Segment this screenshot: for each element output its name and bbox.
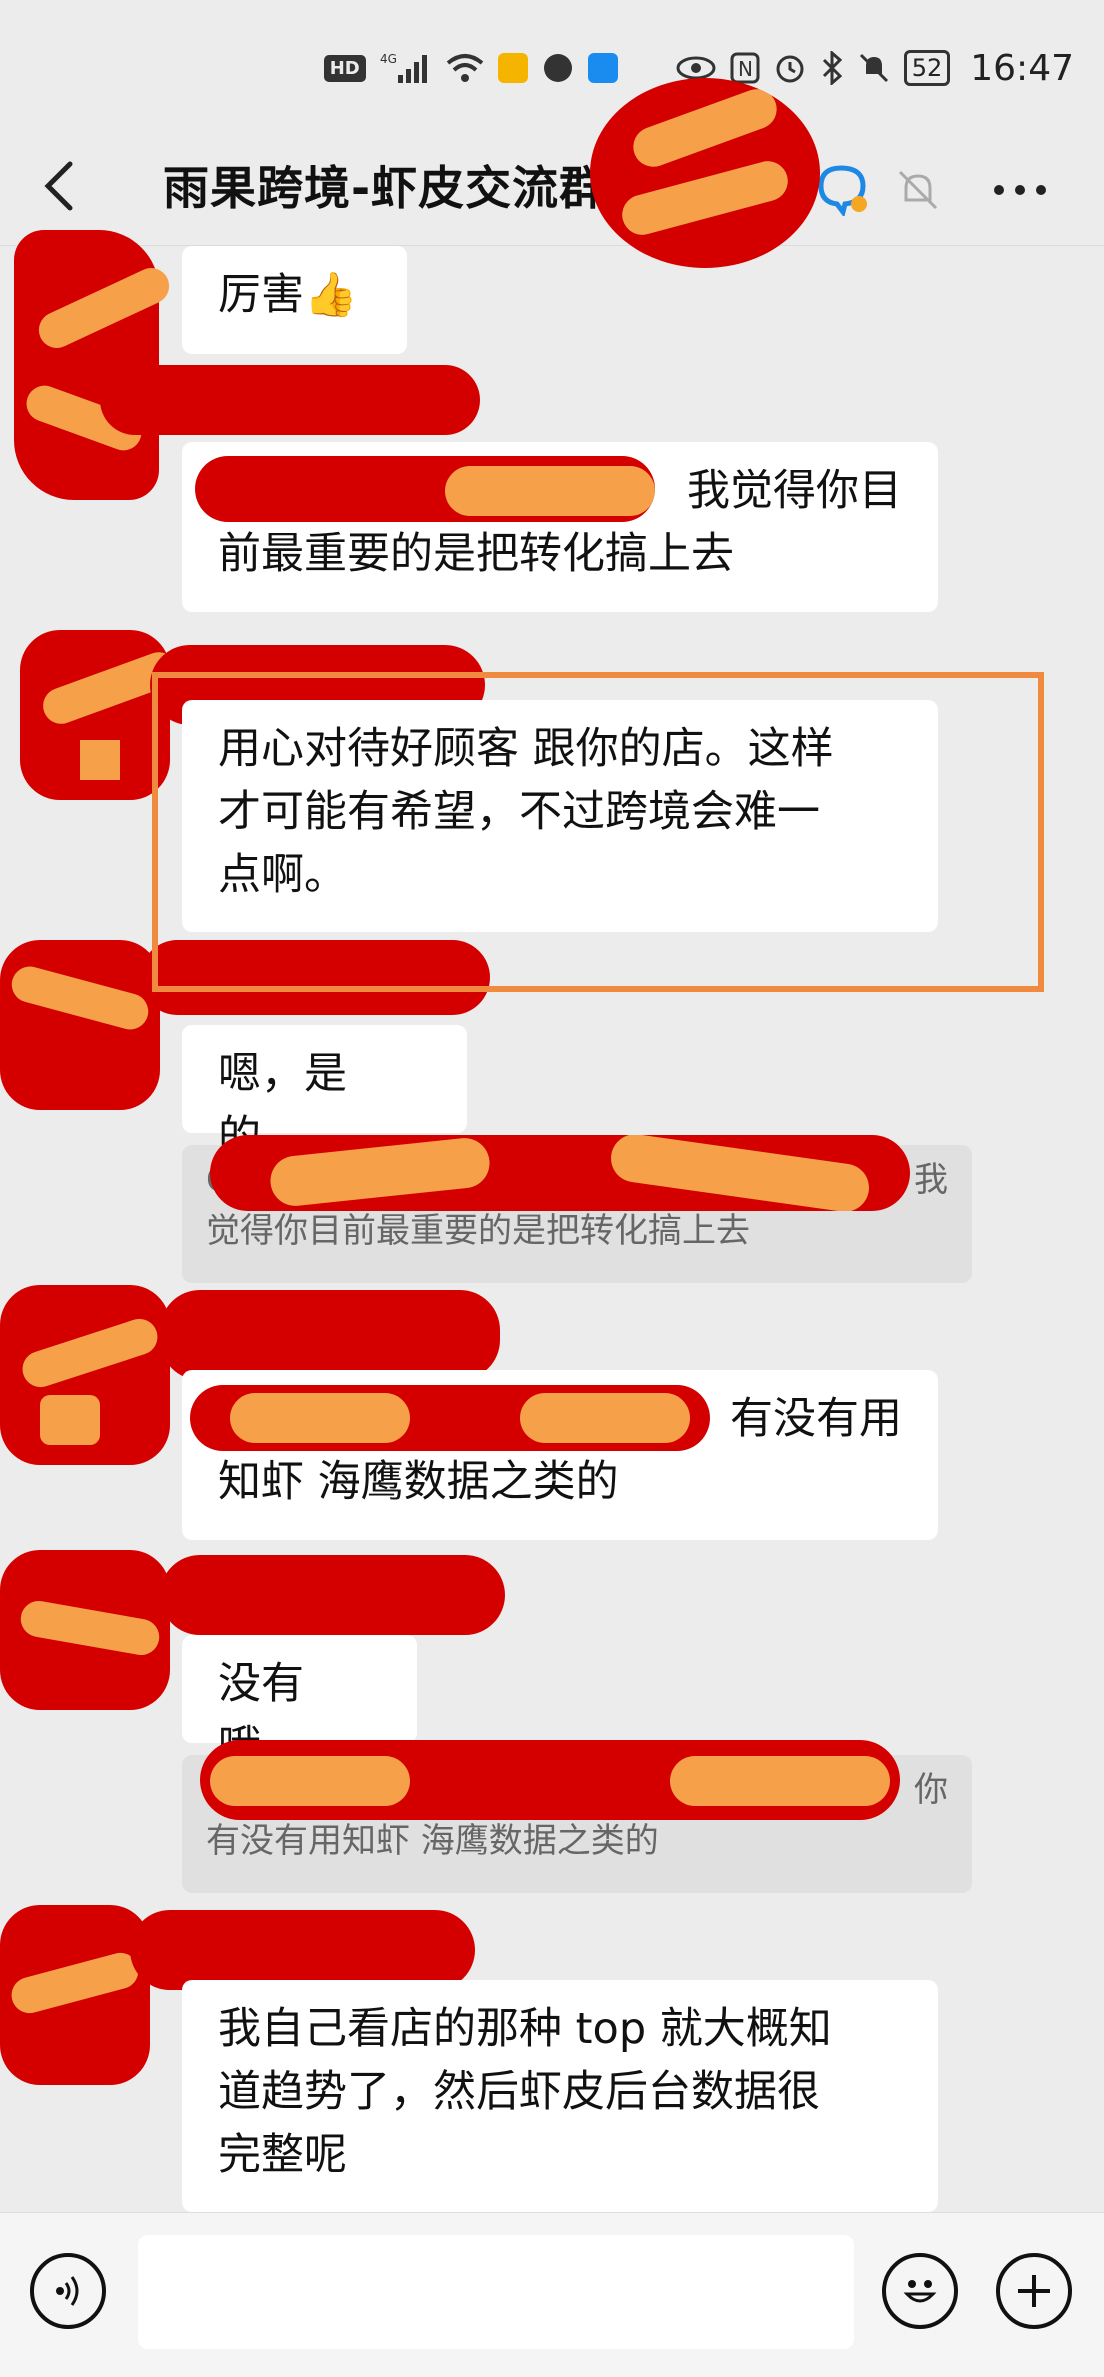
avatar <box>0 1905 150 2085</box>
message-text: 厉害👍 <box>218 270 358 320</box>
app-notification-icon <box>497 53 528 83</box>
svg-text:N: N <box>738 57 753 81</box>
redaction-scribble <box>195 456 655 522</box>
redaction-scribble <box>100 365 480 435</box>
signal-icon: 4G <box>380 51 432 85</box>
redaction-scribble <box>190 1385 710 1451</box>
app-notification-icon-2 <box>587 53 618 83</box>
emoji-icon <box>903 2280 937 2303</box>
quote-text: 有没有用知虾 海鹰数据之类的 <box>206 1821 659 1861</box>
chat-title: 雨果跨境-虾皮交流群 <box>163 161 607 215</box>
browser-icon <box>542 52 574 84</box>
mute-notifications-button[interactable] <box>888 160 948 220</box>
mute-bell-icon <box>898 170 938 210</box>
message-bubble[interactable]: 我自己看店的那种 top 就大概知 道趋势了，然后虾皮后台数据很 完整呢 <box>182 1980 938 2212</box>
chevron-left-icon <box>44 161 73 211</box>
status-bar: HD 4G N 52 16:47 <box>0 0 1104 130</box>
avatar <box>0 1285 170 1465</box>
plus-icon <box>1018 2275 1050 2307</box>
message-bubble[interactable]: 厉害👍 <box>182 246 407 354</box>
chat-assistant-button[interactable] <box>813 160 873 220</box>
redaction-scribble <box>590 78 820 268</box>
avatar <box>0 940 160 1110</box>
mute-icon <box>858 52 890 84</box>
more-icon <box>994 185 1046 195</box>
clock: 16:47 <box>970 47 1074 89</box>
hd-icon: HD <box>323 54 366 82</box>
more-button[interactable] <box>990 160 1050 220</box>
message-bubble[interactable]: 嗯，是的。 <box>182 1025 467 1162</box>
bluetooth-icon <box>820 51 844 85</box>
message-text: 点啊。 <box>218 850 347 900</box>
message-text: 前最重要的是把转化搞上去 <box>218 529 734 579</box>
message-text: 知虾 海鹰数据之类的 <box>218 1457 619 1507</box>
plus-button[interactable] <box>996 2253 1072 2329</box>
avatar <box>20 630 182 800</box>
input-bar <box>0 2212 1104 2377</box>
redaction-scribble <box>130 1910 475 1990</box>
quote-text: 觉得你目前最重要的是把转化搞上去 <box>206 1211 750 1251</box>
message-bubble[interactable]: 用心对待好顾客 跟你的店。这样 才可能有希望，不过跨境会难一 点啊。 <box>182 700 938 932</box>
message-text: 用心对待好顾客 跟你的店。这样 <box>218 724 834 774</box>
message-text: 完整呢 <box>218 2130 347 2180</box>
alarm-icon <box>774 52 806 84</box>
message-input[interactable] <box>138 2235 854 2349</box>
message-bubble[interactable]: 没有哦。 <box>182 1635 417 1772</box>
voice-icon <box>56 2276 79 2306</box>
redaction-scribble <box>160 1555 505 1635</box>
avatar <box>0 1550 170 1710</box>
nfc-icon: N <box>730 52 760 84</box>
chat-header: 雨果跨境-虾皮交流群 <box>0 78 1104 268</box>
message-text: 道趋势了，然后虾皮后台数据很 <box>218 2067 820 2117</box>
wifi-icon <box>446 53 484 83</box>
svg-text:4G: 4G <box>380 52 397 66</box>
voice-button[interactable] <box>30 2253 106 2329</box>
chat-assistant-icon <box>818 165 867 216</box>
quote-text: 我 <box>914 1160 948 1200</box>
redaction-scribble <box>160 1290 500 1380</box>
quote-text: 你 <box>914 1770 948 1810</box>
message-text: 我自己看店的那种 top 就大概知 <box>218 2004 832 2054</box>
redaction-scribble <box>210 1135 910 1211</box>
message-text: 才可能有希望，不过跨境会难一 <box>218 787 820 837</box>
emoji-button[interactable] <box>882 2253 958 2329</box>
redaction-scribble <box>200 1740 900 1820</box>
back-button[interactable] <box>38 154 88 218</box>
battery-indicator: 52 <box>903 50 951 86</box>
